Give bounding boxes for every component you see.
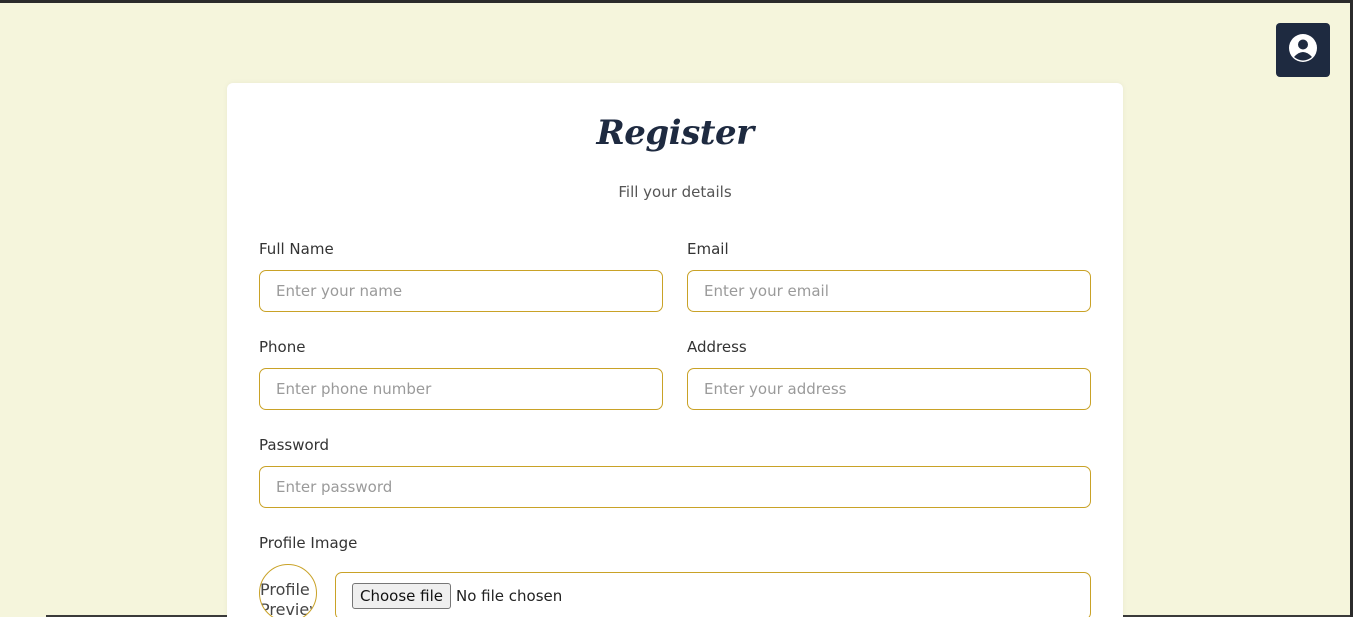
password-label: Password xyxy=(259,436,330,454)
profile-image-label: Profile Image xyxy=(259,534,358,552)
password-input[interactable] xyxy=(259,466,1091,508)
full-name-input[interactable] xyxy=(259,270,663,312)
profile-button[interactable] xyxy=(1276,23,1330,77)
address-input[interactable] xyxy=(687,368,1091,410)
register-card: Register Fill your details Full Name Ema… xyxy=(227,83,1123,617)
profile-image-file-input[interactable]: Choose file No file chosen xyxy=(335,572,1091,617)
page-title: Register xyxy=(596,113,754,153)
profile-preview-image: Profile Preview xyxy=(259,564,317,617)
email-label: Email xyxy=(687,240,729,258)
file-status-text: No file chosen xyxy=(456,587,563,605)
phone-label: Phone xyxy=(259,338,306,356)
user-circle-icon xyxy=(1288,33,1318,67)
choose-file-button[interactable]: Choose file xyxy=(352,583,451,609)
email-input[interactable] xyxy=(687,270,1091,312)
address-label: Address xyxy=(687,338,747,356)
page-subtitle: Fill your details xyxy=(618,183,732,201)
phone-input[interactable] xyxy=(259,368,663,410)
full-name-label: Full Name xyxy=(259,240,334,258)
